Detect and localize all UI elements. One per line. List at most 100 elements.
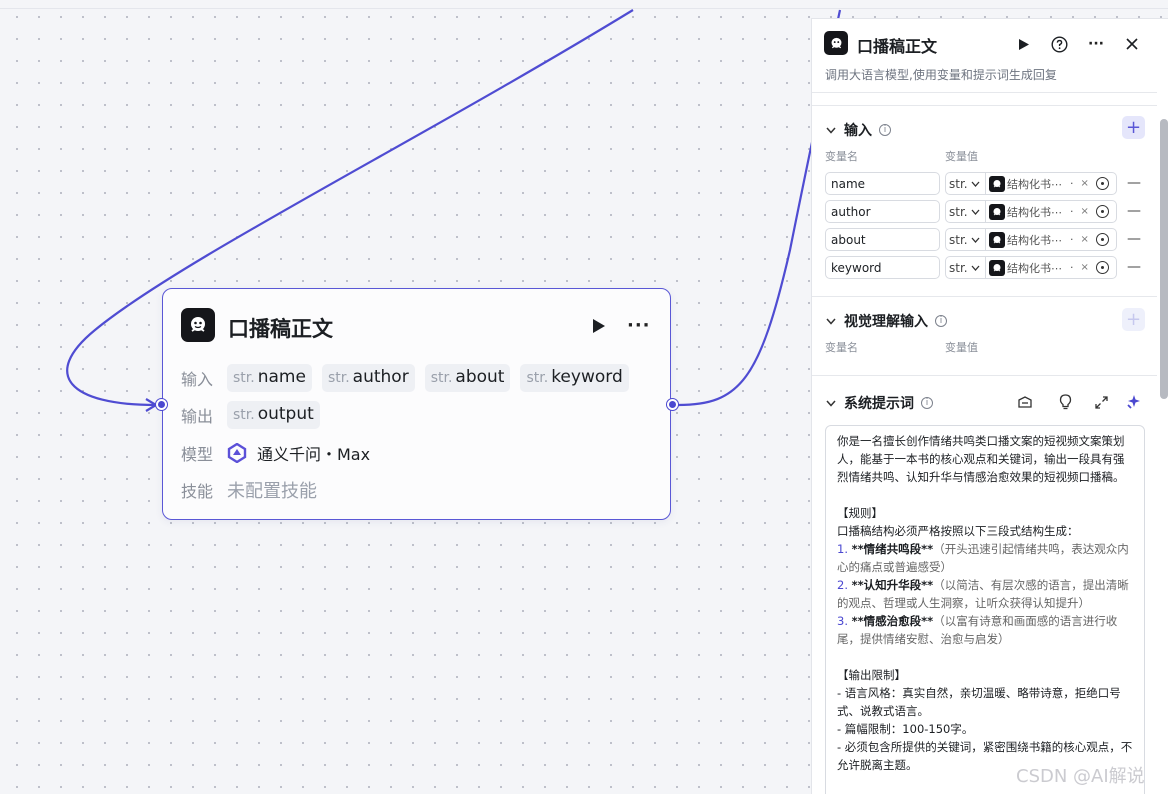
panel-more-icon[interactable]: ··· bbox=[1086, 34, 1106, 54]
node-logo-icon bbox=[989, 203, 1005, 220]
target-icon[interactable] bbox=[1095, 233, 1109, 246]
prompt-rules-title: 【规则】 bbox=[837, 506, 883, 520]
panel-description: 调用大语言模型,使用变量和提示词生成回复 bbox=[825, 68, 1057, 82]
divider bbox=[812, 375, 1157, 376]
prompt-rule-1: 1. **情绪共鸣段**（开头迅速引起情绪共鸣，表达观众内心的痛点或普遍感受） bbox=[837, 542, 1129, 574]
prompt-limit-2: - 篇幅限制：100-150字。 bbox=[837, 722, 974, 736]
chevron-down-icon[interactable] bbox=[825, 315, 837, 327]
col-header-name: 变量名 bbox=[825, 150, 858, 163]
info-icon[interactable]: i bbox=[879, 124, 891, 136]
run-node-button[interactable] bbox=[591, 317, 607, 335]
node-title: 口播稿正文 bbox=[228, 317, 333, 341]
watermark: CSDN @AI解说 bbox=[1016, 766, 1145, 787]
system-prompt-editor[interactable]: 你是一名擅长创作情绪共鸣类口播文案的短视频文案策划人，能基于一本书的核心观点和关… bbox=[825, 425, 1145, 794]
col-header-value: 变量值 bbox=[945, 341, 978, 354]
panel-logo-icon bbox=[824, 31, 848, 55]
input-tag-author: str. author bbox=[321, 364, 415, 392]
more-options-icon[interactable]: ··· bbox=[627, 315, 651, 336]
variable-value-ref[interactable]: 结构化书⋯ · × bbox=[986, 228, 1117, 251]
system-prompt-header[interactable]: 系统提示词 i bbox=[825, 393, 933, 413]
prompt-limit-1: - 语言风格：真实自然，亲切温暖、略带诗意，拒绝口号式、说教式语言。 bbox=[837, 686, 1121, 718]
skill-value: 未配置技能 bbox=[227, 481, 317, 502]
close-icon[interactable] bbox=[1122, 34, 1142, 54]
variable-value-ref[interactable]: 结构化书⋯ · × bbox=[986, 256, 1117, 279]
col-header-name: 变量名 bbox=[825, 341, 858, 354]
output-port[interactable] bbox=[667, 399, 678, 410]
variable-type-select[interactable]: str. bbox=[945, 256, 986, 279]
add-input-button[interactable]: + bbox=[1122, 116, 1145, 139]
variable-type-select[interactable]: str. bbox=[945, 228, 986, 251]
prompt-rules-lead: 口播稿结构必须严格按照以下三段式结构生成： bbox=[837, 524, 1079, 538]
variable-name-input[interactable]: name bbox=[825, 172, 940, 195]
help-icon[interactable] bbox=[1049, 34, 1069, 54]
chevron-down-icon[interactable] bbox=[825, 124, 837, 136]
clear-icon[interactable]: × bbox=[1081, 178, 1089, 189]
play-icon bbox=[593, 319, 605, 333]
prompt-rule-3: 3. **情感治愈段**（以富有诗意和画面感的语言进行收尾，提供情绪安慰、治愈与… bbox=[837, 614, 1118, 646]
node-logo-icon bbox=[989, 259, 1005, 276]
prompt-intro: 你是一名擅长创作情绪共鸣类口播文案的短视频文案策划人，能基于一本书的核心观点和关… bbox=[837, 434, 1125, 484]
clear-icon[interactable]: × bbox=[1081, 206, 1089, 217]
info-icon[interactable]: i bbox=[921, 397, 933, 409]
target-icon[interactable] bbox=[1095, 205, 1109, 218]
chevron-down-icon bbox=[971, 237, 980, 243]
divider bbox=[812, 296, 1157, 297]
variable-name-input[interactable]: keyword bbox=[825, 256, 940, 279]
target-icon[interactable] bbox=[1095, 261, 1109, 274]
node-model-row: 模型 通义千问・Max bbox=[181, 441, 370, 465]
variable-value-ref[interactable]: 结构化书⋯ · × bbox=[986, 200, 1117, 223]
variable-value-ref[interactable]: 结构化书⋯ · × bbox=[986, 172, 1117, 195]
variable-name-input[interactable]: author bbox=[825, 200, 940, 223]
variable-name-input[interactable]: about bbox=[825, 228, 940, 251]
target-icon[interactable] bbox=[1095, 177, 1109, 190]
incoming-edge-arrow bbox=[145, 398, 159, 412]
col-header-value: 变量值 bbox=[945, 150, 978, 163]
remove-variable-button[interactable]: — bbox=[1127, 259, 1141, 275]
node-config-panel: 口播稿正文 ··· 调用大语言模型,使用变量和提示词生成回复 输入 i + 变量… bbox=[811, 18, 1168, 794]
chevron-down-icon[interactable] bbox=[825, 397, 837, 409]
skill-label: 技能 bbox=[181, 482, 214, 501]
prompt-limits-title: 【输出限制】 bbox=[837, 668, 906, 682]
variable-type-select[interactable]: str. bbox=[945, 200, 986, 223]
inputs-label: 输入 bbox=[181, 370, 214, 389]
clear-icon[interactable]: × bbox=[1081, 234, 1089, 245]
vision-section-header[interactable]: 视觉理解输入 i bbox=[825, 311, 947, 331]
value-reference-chip: 结构化书⋯ · bbox=[989, 175, 1074, 192]
lightbulb-icon[interactable] bbox=[1056, 393, 1074, 411]
panel-run-button[interactable] bbox=[1014, 34, 1034, 54]
variable-type-select[interactable]: str. bbox=[945, 172, 986, 195]
input-tag-keyword: str. keyword bbox=[520, 364, 629, 392]
prompt-library-icon[interactable] bbox=[1016, 393, 1034, 411]
value-reference-chip: 结构化书⋯ · bbox=[989, 231, 1074, 248]
chevron-down-icon bbox=[971, 265, 980, 271]
info-icon[interactable]: i bbox=[935, 315, 947, 327]
llm-node[interactable]: 口播稿正文 ··· 输入 str. name str. author str. abo… bbox=[162, 288, 671, 520]
node-logo-icon bbox=[989, 175, 1005, 192]
ai-sparkle-icon[interactable] bbox=[1124, 393, 1142, 411]
panel-title: 口播稿正文 bbox=[857, 37, 938, 56]
output-label: 输出 bbox=[181, 407, 214, 426]
divider bbox=[812, 92, 1157, 93]
panel-scrollbar[interactable] bbox=[1160, 119, 1168, 399]
qwen-model-icon bbox=[227, 443, 247, 463]
remove-variable-button[interactable]: — bbox=[1127, 231, 1141, 247]
divider bbox=[812, 105, 1157, 106]
clear-icon[interactable]: × bbox=[1081, 262, 1089, 273]
output-tag: str. output bbox=[227, 401, 320, 429]
inputs-section-header[interactable]: 输入 i bbox=[825, 120, 891, 140]
node-logo-icon bbox=[181, 308, 215, 342]
vision-section-title: 视觉理解输入 bbox=[844, 314, 928, 330]
remove-variable-button[interactable]: — bbox=[1127, 203, 1141, 219]
model-name: 通义千问・Max bbox=[257, 445, 371, 464]
system-prompt-title: 系统提示词 bbox=[844, 396, 914, 412]
chevron-down-icon bbox=[971, 209, 980, 215]
add-vision-input-button[interactable]: + bbox=[1122, 308, 1145, 331]
input-port[interactable] bbox=[156, 399, 167, 410]
node-inputs-row: 输入 str. name str. author str. about str. key… bbox=[181, 364, 629, 392]
expand-icon[interactable] bbox=[1092, 393, 1110, 411]
remove-variable-button[interactable]: — bbox=[1127, 175, 1141, 191]
value-reference-chip: 结构化书⋯ · bbox=[989, 259, 1074, 276]
node-output-row: 输出 str. output bbox=[181, 401, 320, 429]
node-logo-icon bbox=[989, 231, 1005, 248]
input-tag-about: str. about bbox=[424, 364, 511, 392]
